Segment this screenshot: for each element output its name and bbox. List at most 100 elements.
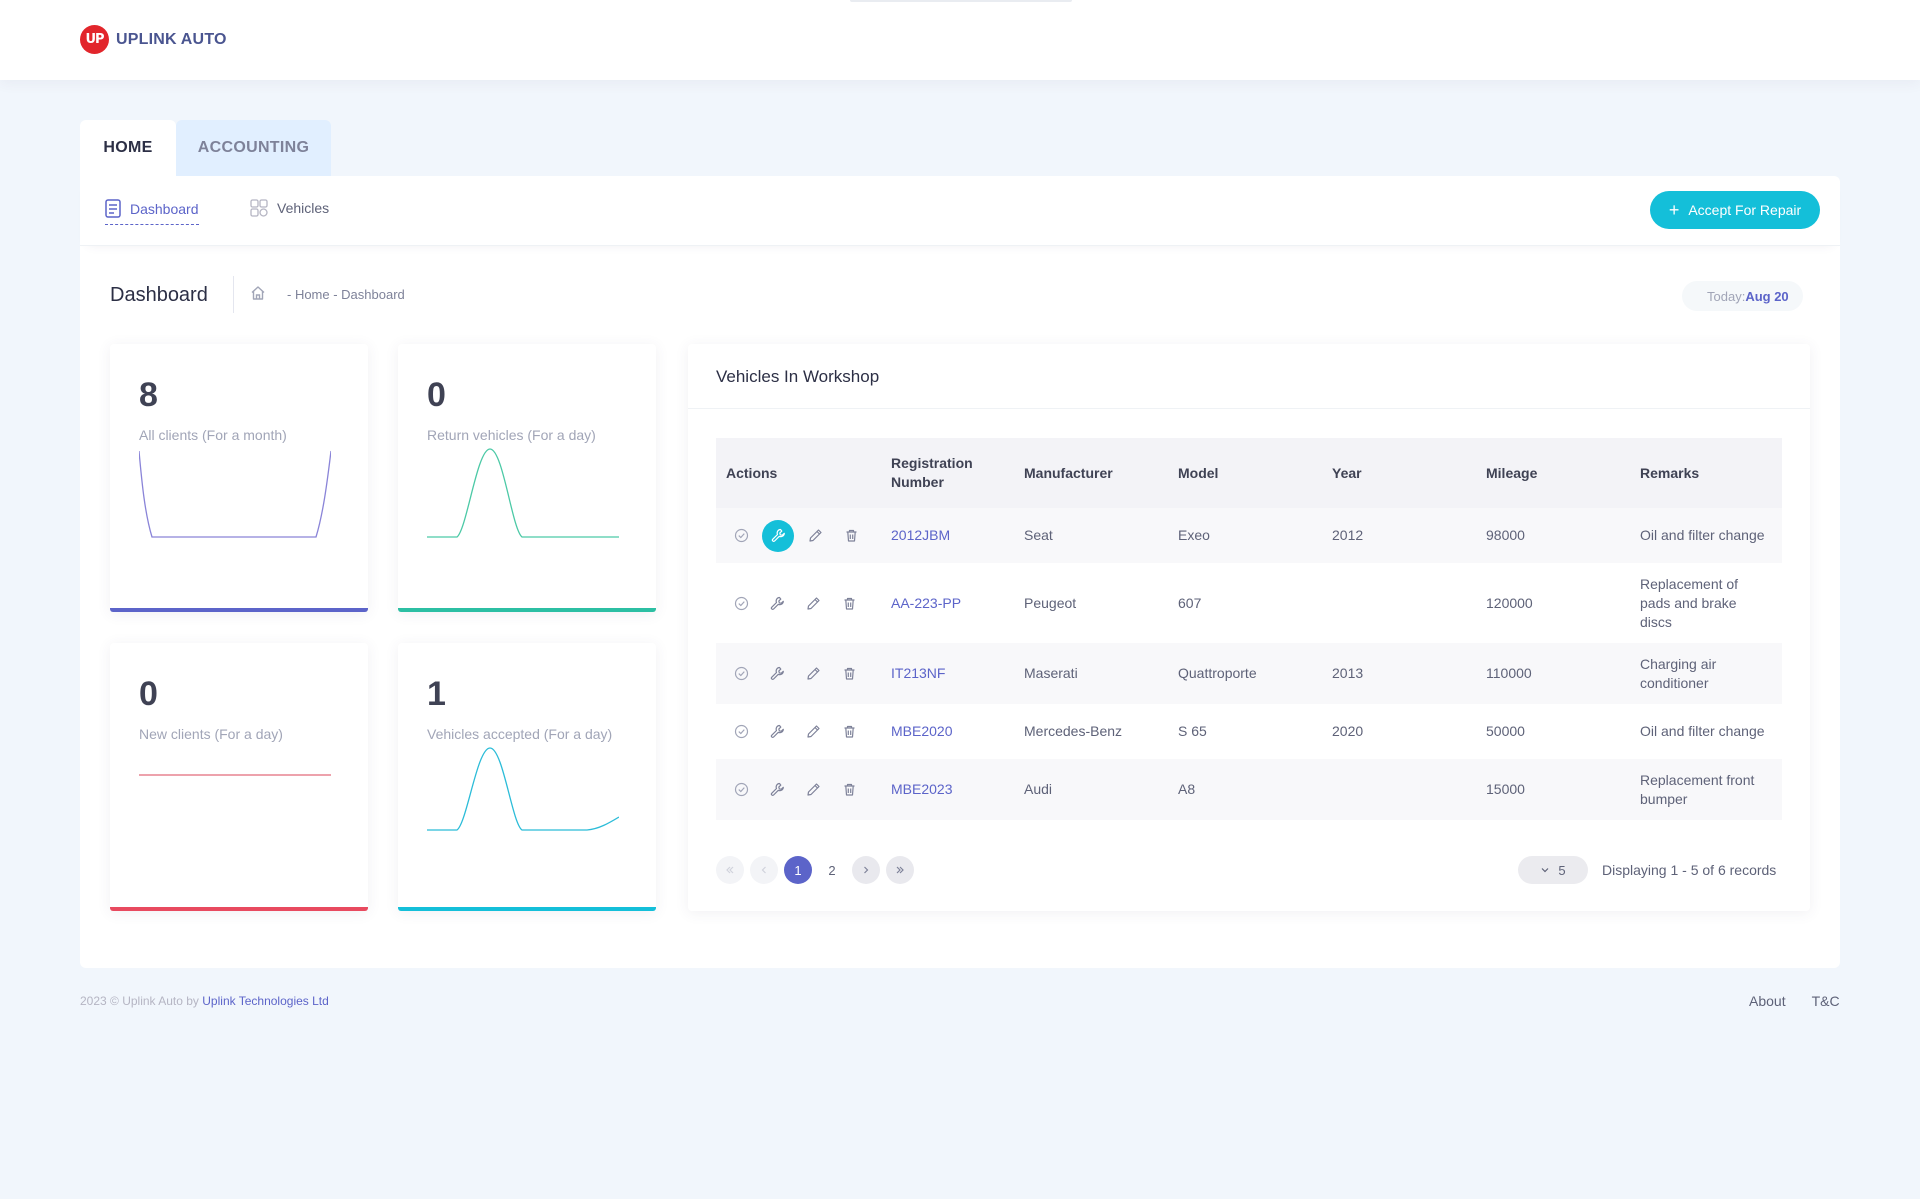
subnav-item-dashboard[interactable]: Dashboard: [105, 199, 199, 225]
company-link[interactable]: Uplink Technologies Ltd: [202, 994, 329, 1008]
model-cell: S 65: [1178, 723, 1207, 739]
first-page-icon[interactable]: [716, 856, 744, 884]
plus-icon: +: [1668, 200, 1680, 220]
vehicles-icon: [250, 199, 268, 217]
delete-trash-icon[interactable]: [834, 775, 864, 805]
stat-sparkline: [427, 448, 619, 538]
accept-check-icon[interactable]: [726, 717, 756, 747]
remarks-cell: Replacement of pads and brake discs: [1640, 575, 1739, 630]
tab-home[interactable]: HOME: [80, 120, 176, 176]
year-cell: 2013: [1332, 665, 1364, 681]
edit-pencil-icon[interactable]: [800, 521, 830, 551]
table-row: 2012JBM Seat Exeo 2012 98000 Oil and fil…: [716, 508, 1782, 563]
edit-pencil-icon[interactable]: [798, 775, 828, 805]
chevron-down-icon: [1541, 868, 1549, 873]
edit-pencil-icon[interactable]: [798, 659, 828, 689]
today-label: Today:: [1707, 288, 1746, 304]
accept-check-icon[interactable]: [726, 775, 756, 805]
delete-trash-icon[interactable]: [836, 521, 866, 551]
brand-logo[interactable]: UP UPLINK AUTO: [80, 25, 227, 54]
registration-link[interactable]: 2012JBM: [891, 508, 1011, 563]
edit-pencil-icon[interactable]: [798, 588, 828, 618]
repair-wrench-icon[interactable]: [762, 519, 794, 552]
stat-label: All clients (For a month): [139, 427, 287, 443]
stat-accent-bar: [398, 907, 656, 911]
remarks-cell: Oil and filter change: [1640, 527, 1765, 543]
stat-label: Return vehicles (For a day): [427, 427, 596, 443]
edit-pencil-icon[interactable]: [798, 717, 828, 747]
delete-trash-icon[interactable]: [834, 588, 864, 618]
mileage-cell: 15000: [1486, 781, 1525, 797]
top-header: UP UPLINK AUTO: [0, 0, 1920, 80]
column-header-mileage[interactable]: Mileage: [1486, 438, 1606, 508]
row-actions: [726, 563, 870, 643]
stat-card-return-vehicles: 0 Return vehicles (For a day): [398, 344, 656, 612]
workshop-title: Vehicles In Workshop: [716, 367, 880, 386]
delete-trash-icon[interactable]: [834, 717, 864, 747]
accept-check-icon[interactable]: [726, 659, 756, 689]
page-size-select[interactable]: 5: [1518, 856, 1588, 884]
stat-card-vehicles-accepted: 1 Vehicles accepted (For a day): [398, 643, 656, 911]
model-cell: Quattroporte: [1178, 665, 1257, 681]
accept-check-icon[interactable]: [726, 588, 756, 618]
manufacturer-cell: Audi: [1024, 781, 1053, 797]
column-header-year[interactable]: Year: [1332, 438, 1452, 508]
mileage-cell: 50000: [1486, 723, 1525, 739]
registration-link[interactable]: MBE2023: [891, 759, 1011, 820]
terms-link[interactable]: T&C: [1812, 993, 1840, 1009]
registration-link[interactable]: IT213NF: [891, 643, 1011, 704]
stat-label: New clients (For a day): [139, 726, 283, 742]
stat-accent-bar: [110, 907, 368, 911]
footer-links: About T&C: [1749, 993, 1840, 1009]
prev-page-icon[interactable]: [750, 856, 778, 884]
brand-name: UPLINK AUTO: [116, 30, 227, 48]
next-page-icon[interactable]: [852, 856, 880, 884]
row-actions: [726, 508, 872, 563]
tab-accounting[interactable]: ACCOUNTING: [176, 120, 331, 176]
model-cell: Exeo: [1178, 527, 1210, 543]
stat-card-all-clients: 8 All clients (For a month): [110, 344, 368, 612]
table-row: MBE2020 Mercedes-Benz S 65 2020 50000 Oi…: [716, 704, 1782, 759]
repair-wrench-icon[interactable]: [762, 588, 792, 618]
year-cell: [1332, 563, 1452, 643]
mileage-cell: 98000: [1486, 527, 1525, 543]
pagination: 1 2: [716, 856, 920, 884]
year-cell: 2020: [1332, 723, 1364, 739]
column-header-remarks[interactable]: Remarks: [1640, 438, 1780, 508]
stat-value: 0: [427, 376, 446, 414]
remarks-cell: Replacement front bumper: [1640, 771, 1755, 807]
accept-for-repair-button[interactable]: + Accept For Repair: [1650, 191, 1820, 229]
home-icon[interactable]: [250, 285, 266, 301]
manufacturer-cell: Seat: [1024, 527, 1053, 543]
year-cell: [1332, 759, 1452, 820]
manufacturer-cell: Maserati: [1024, 665, 1078, 681]
table-row: AA-223-PP Peugeot 607 120000 Replacement…: [716, 563, 1782, 643]
column-header-manufacturer[interactable]: Manufacturer: [1024, 438, 1164, 508]
stat-card-new-clients: 0 New clients (For a day): [110, 643, 368, 911]
uplink-logo-icon: UP: [80, 25, 109, 54]
last-page-icon[interactable]: [886, 856, 914, 884]
registration-link[interactable]: MBE2020: [891, 704, 1011, 759]
about-link[interactable]: About: [1749, 993, 1786, 1009]
stat-sparkline: [427, 747, 619, 831]
repair-wrench-icon[interactable]: [762, 717, 792, 747]
copyright-text: 2023 © Uplink Auto by: [80, 994, 199, 1008]
registration-link[interactable]: AA-223-PP: [891, 563, 1011, 643]
page-button-1[interactable]: 1: [784, 856, 812, 884]
stat-value: 0: [139, 675, 158, 713]
manufacturer-cell: Mercedes-Benz: [1024, 723, 1123, 739]
remarks-cell: Charging air conditioner: [1640, 655, 1717, 691]
column-header-actions[interactable]: Actions: [726, 438, 846, 508]
page-button-2[interactable]: 2: [818, 856, 846, 884]
model-cell: A8: [1178, 781, 1196, 797]
records-info: Displaying 1 - 5 of 6 records: [1602, 862, 1777, 878]
repair-wrench-icon[interactable]: [762, 775, 792, 805]
table-row: MBE2023 Audi A8 15000 Replacement front …: [716, 759, 1782, 820]
delete-trash-icon[interactable]: [834, 659, 864, 689]
column-header-model[interactable]: Model: [1178, 438, 1298, 508]
stat-value: 8: [139, 376, 158, 414]
repair-wrench-icon[interactable]: [762, 659, 792, 689]
subnav-item-vehicles[interactable]: Vehicles: [250, 199, 329, 217]
column-header-registration[interactable]: Registration Number: [891, 438, 991, 508]
accept-check-icon[interactable]: [726, 521, 756, 551]
